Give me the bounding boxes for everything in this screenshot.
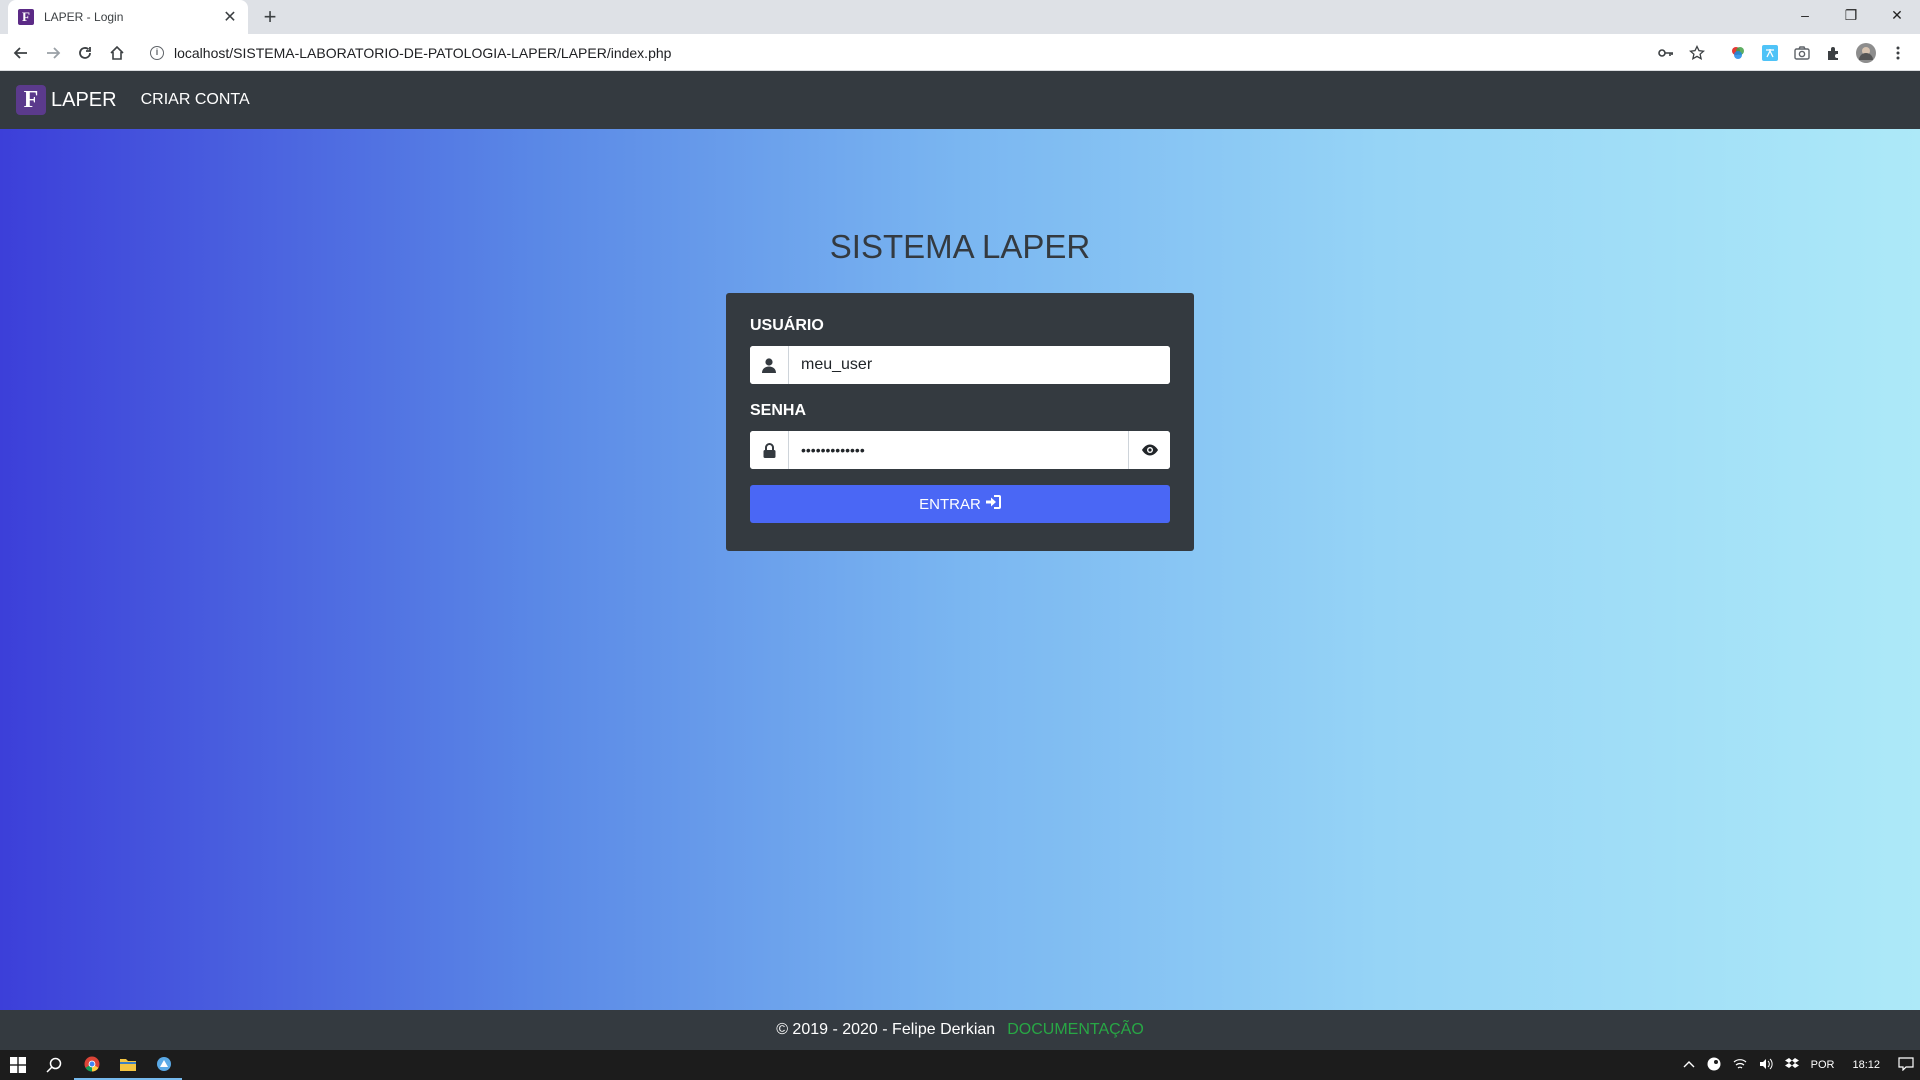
lock-icon: [750, 431, 789, 469]
password-input[interactable]: [789, 431, 1128, 469]
tab-title: LAPER - Login: [44, 10, 124, 24]
close-window-button[interactable]: ✕: [1874, 0, 1920, 30]
key-icon[interactable]: [1655, 42, 1677, 64]
back-icon[interactable]: [8, 40, 34, 66]
create-account-link[interactable]: CRIAR CONTA: [141, 91, 250, 109]
bookmark-star-icon[interactable]: [1686, 42, 1708, 64]
minimize-button[interactable]: –: [1782, 0, 1828, 30]
browser-tab[interactable]: F LAPER - Login ✕: [8, 0, 248, 34]
documentation-link[interactable]: DOCUMENTAÇÃO: [1007, 1021, 1144, 1039]
volume-icon[interactable]: [1753, 1058, 1779, 1073]
steam-icon[interactable]: [1701, 1057, 1727, 1074]
browser-tabstrip: F LAPER - Login ✕ + – ❐ ✕: [0, 0, 1920, 34]
page-footer: © 2019 - 2020 - Felipe Derkian DOCUMENTA…: [0, 1010, 1920, 1050]
login-button-label: ENTRAR: [919, 495, 981, 513]
window-controls: – ❐ ✕: [1782, 0, 1920, 30]
site-favicon: F: [18, 9, 34, 25]
login-section: SISTEMA LAPER USUÁRIO SENHA ENTR: [0, 129, 1920, 1010]
camera-icon[interactable]: [1791, 42, 1813, 64]
reload-icon[interactable]: [72, 40, 98, 66]
home-icon[interactable]: [104, 40, 130, 66]
language-indicator[interactable]: POR: [1805, 1059, 1841, 1071]
browser-menu-icon[interactable]: [1887, 42, 1909, 64]
page-title: SISTEMA LAPER: [829, 228, 1091, 265]
user-label: USUÁRIO: [750, 317, 824, 334]
file-explorer-icon[interactable]: [110, 1050, 146, 1080]
chrome-taskbar-icon[interactable]: [74, 1050, 110, 1080]
sign-in-icon: [985, 495, 1001, 513]
site-info-icon[interactable]: i: [150, 45, 164, 60]
system-tray: POR 18:12: [1677, 1050, 1920, 1080]
browser-toolbar: i localhost/SISTEMA-LABORATORIO-DE-PATOL…: [0, 34, 1920, 71]
user-input-group: [750, 346, 1170, 384]
dropbox-icon[interactable]: [1779, 1057, 1805, 1073]
search-icon[interactable]: [36, 1050, 72, 1080]
login-button[interactable]: ENTRAR: [750, 485, 1170, 523]
new-tab-button[interactable]: +: [258, 5, 282, 29]
address-bar[interactable]: i localhost/SISTEMA-LABORATORIO-DE-PATOL…: [140, 38, 1700, 67]
windows-start-icon[interactable]: [0, 1050, 36, 1080]
copyright-text: © 2019 - 2020 - Felipe Derkian: [776, 1021, 996, 1038]
brand-logo[interactable]: F: [16, 85, 46, 115]
tab-close-icon[interactable]: ✕: [222, 7, 238, 27]
tray-chevron-up-icon[interactable]: [1677, 1059, 1701, 1071]
profile-avatar[interactable]: [1855, 42, 1877, 64]
password-input-group: [750, 431, 1170, 469]
url-text: localhost/SISTEMA-LABORATORIO-DE-PATOLOG…: [174, 44, 672, 61]
web-page: F LAPER CRIAR CONTA SISTEMA LAPER USUÁRI…: [0, 71, 1920, 1050]
login-card: USUÁRIO SENHA ENTRAR: [726, 293, 1194, 551]
notification-center-icon[interactable]: [1892, 1056, 1920, 1074]
username-input[interactable]: [789, 346, 1170, 384]
user-icon: [750, 346, 789, 384]
translate-extension-icon[interactable]: [1759, 42, 1781, 64]
eye-icon[interactable]: [1128, 431, 1170, 469]
windows-taskbar: POR 18:12: [0, 1050, 1920, 1080]
brand-link[interactable]: LAPER: [51, 89, 117, 112]
restore-button[interactable]: ❐: [1828, 0, 1874, 30]
top-navbar: F LAPER CRIAR CONTA: [0, 71, 1920, 129]
wifi-icon[interactable]: [1727, 1058, 1753, 1073]
extensions-puzzle-icon[interactable]: [1823, 42, 1845, 64]
clock[interactable]: 18:12: [1840, 1059, 1892, 1071]
color-extension-icon[interactable]: [1727, 42, 1749, 64]
password-label: SENHA: [750, 402, 807, 419]
forward-icon[interactable]: [40, 40, 66, 66]
app-taskbar-icon[interactable]: [146, 1050, 182, 1080]
